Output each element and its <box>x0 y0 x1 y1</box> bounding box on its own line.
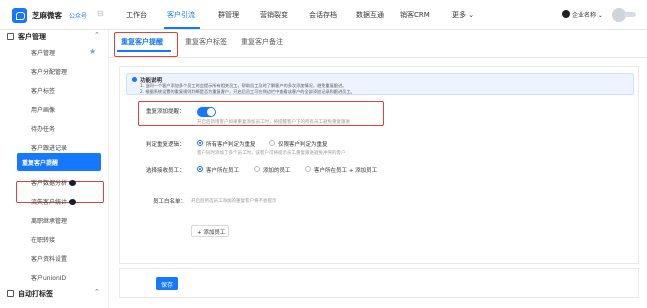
nav-chat-archive[interactable]: 会话存档 <box>309 10 337 20</box>
vip-badge-icon <box>69 180 77 186</box>
sidebar-item-customer-tags[interactable]: 客户标签 <box>0 82 109 98</box>
sidebar-item-customer-allocation[interactable]: 客户分配管理 <box>0 63 109 79</box>
vip-badge-icon <box>69 199 77 205</box>
sidebar-item-customer-unionid[interactable]: 客户unionID <box>0 269 109 285</box>
add-employee-button[interactable]: + 添加员工 <box>191 225 229 237</box>
scope-radio-both[interactable] <box>305 166 311 172</box>
brand-name: 芝麻微客 <box>32 11 62 20</box>
nav-workbench[interactable]: 工作台 <box>126 10 147 20</box>
chevron-up-icon: ⌃ <box>94 31 100 39</box>
main-panel: 重复客户提醒 重复客户标签 重复客户备注 功能说明 1. 当同一个客户添加多个员… <box>109 30 647 308</box>
company-icon <box>562 10 570 18</box>
sidebar-item-on-duty-transfer[interactable]: 在职转接 <box>0 231 109 247</box>
sidebar-item-duplicate-customer-reminder[interactable]: 重复客户提醒 <box>17 153 101 171</box>
user-name-blurred <box>624 12 636 17</box>
tag-group-icon <box>7 290 14 297</box>
nav-crm[interactable]: 销客CRM <box>400 10 430 20</box>
nav-group-management[interactable]: 群管理 <box>218 10 239 20</box>
sidebar-item-lost-customer-stats[interactable]: 流失客户统计 <box>0 193 109 209</box>
scope-radio-added[interactable] <box>254 166 260 172</box>
rule-radio-limited[interactable] <box>269 140 275 146</box>
whitelist-label: 员工白名单： <box>153 199 187 205</box>
tab-divider <box>109 57 647 58</box>
nav-active-underline <box>164 27 200 29</box>
brand-tag[interactable]: 公众号 <box>69 11 87 20</box>
sidebar-item-customer-info-settings[interactable]: 客户资料设置 <box>0 250 109 266</box>
sidebar-group-customer-management[interactable]: 客户管理 ⌃ <box>0 30 109 44</box>
nav-more[interactable]: 更多 ⌄ <box>452 10 474 20</box>
sidebar-item-customer-data-analysis[interactable]: 客户数据分析 <box>0 174 109 190</box>
footer-actions: 保存 <box>119 268 639 298</box>
toggle-hint: 开启后新增客户如果重复添加员工时，将提醒客户下的所有员工避免重复跟进 <box>197 120 350 125</box>
nav-data-sync[interactable]: 数据互通 <box>356 10 384 20</box>
rule-hint: 客户同时添加了多个员工时，该客户可将提示员工重复跟进避免冲突的客户 <box>197 151 346 156</box>
chevron-up-icon: ⌃ <box>94 288 100 296</box>
duplicate-reminder-toggle[interactable] <box>197 107 216 117</box>
company-switcher[interactable]: 企业名称 ⌄ <box>562 10 603 19</box>
feature-notice: 功能说明 1. 当同一个客户添加多个员工时会提示所有相关员工，帮助员工及时了解客… <box>126 73 634 95</box>
tab-duplicate-tags[interactable]: 重复客户标签 <box>185 37 227 47</box>
sidebar-item-user-profile[interactable]: 用户画像 <box>0 101 109 117</box>
sidebar-item-resigned-inheritance[interactable]: 离职继承管理 <box>0 212 109 228</box>
sidebar-item-todo[interactable]: 待办任务 <box>0 120 109 136</box>
highlight-box-tab <box>114 32 178 57</box>
top-bar: 芝麻微客 公众号 ⊟ 工作台 客户引流 群管理 营销裂变 会话存档 数据互通 销… <box>0 0 647 30</box>
rule-radio-all[interactable] <box>197 140 203 146</box>
nav-customer-acquisition[interactable]: 客户引流 <box>167 10 195 20</box>
scope-label: 选择接收员工： <box>146 168 185 174</box>
tab-duplicate-notes[interactable]: 重复客户备注 <box>241 37 283 47</box>
scope-radio-owner[interactable] <box>197 166 203 172</box>
sidebar: 客户管理 ⌃ 客户管理 ★ 客户分配管理 客户标签 用户画像 待办任务 客户跟进… <box>0 30 109 308</box>
settings-card: 功能说明 1. 当同一个客户添加多个员工时会提示所有相关员工，帮助员工及时了解客… <box>119 66 639 264</box>
save-button[interactable]: 保存 <box>156 277 178 290</box>
rule-label: 判定重复逻辑： <box>146 142 185 148</box>
logo-icon <box>12 8 27 23</box>
sidebar-group-auto-tagging[interactable]: 自动打标签 ⌃ <box>0 287 109 301</box>
whitelist-hint: 开启后所选员工添加的重复客户将不会提示 <box>191 199 277 204</box>
info-icon <box>132 77 137 82</box>
nav-marketing[interactable]: 营销裂变 <box>260 10 288 20</box>
sidebar-item-customer-management[interactable]: 客户管理 ★ <box>0 44 109 60</box>
collapse-icon[interactable]: ⊟ <box>97 9 104 18</box>
star-icon[interactable]: ★ <box>89 47 96 56</box>
toggle-label: 重复添加提醒： <box>146 109 185 115</box>
customer-group-icon <box>7 33 14 40</box>
